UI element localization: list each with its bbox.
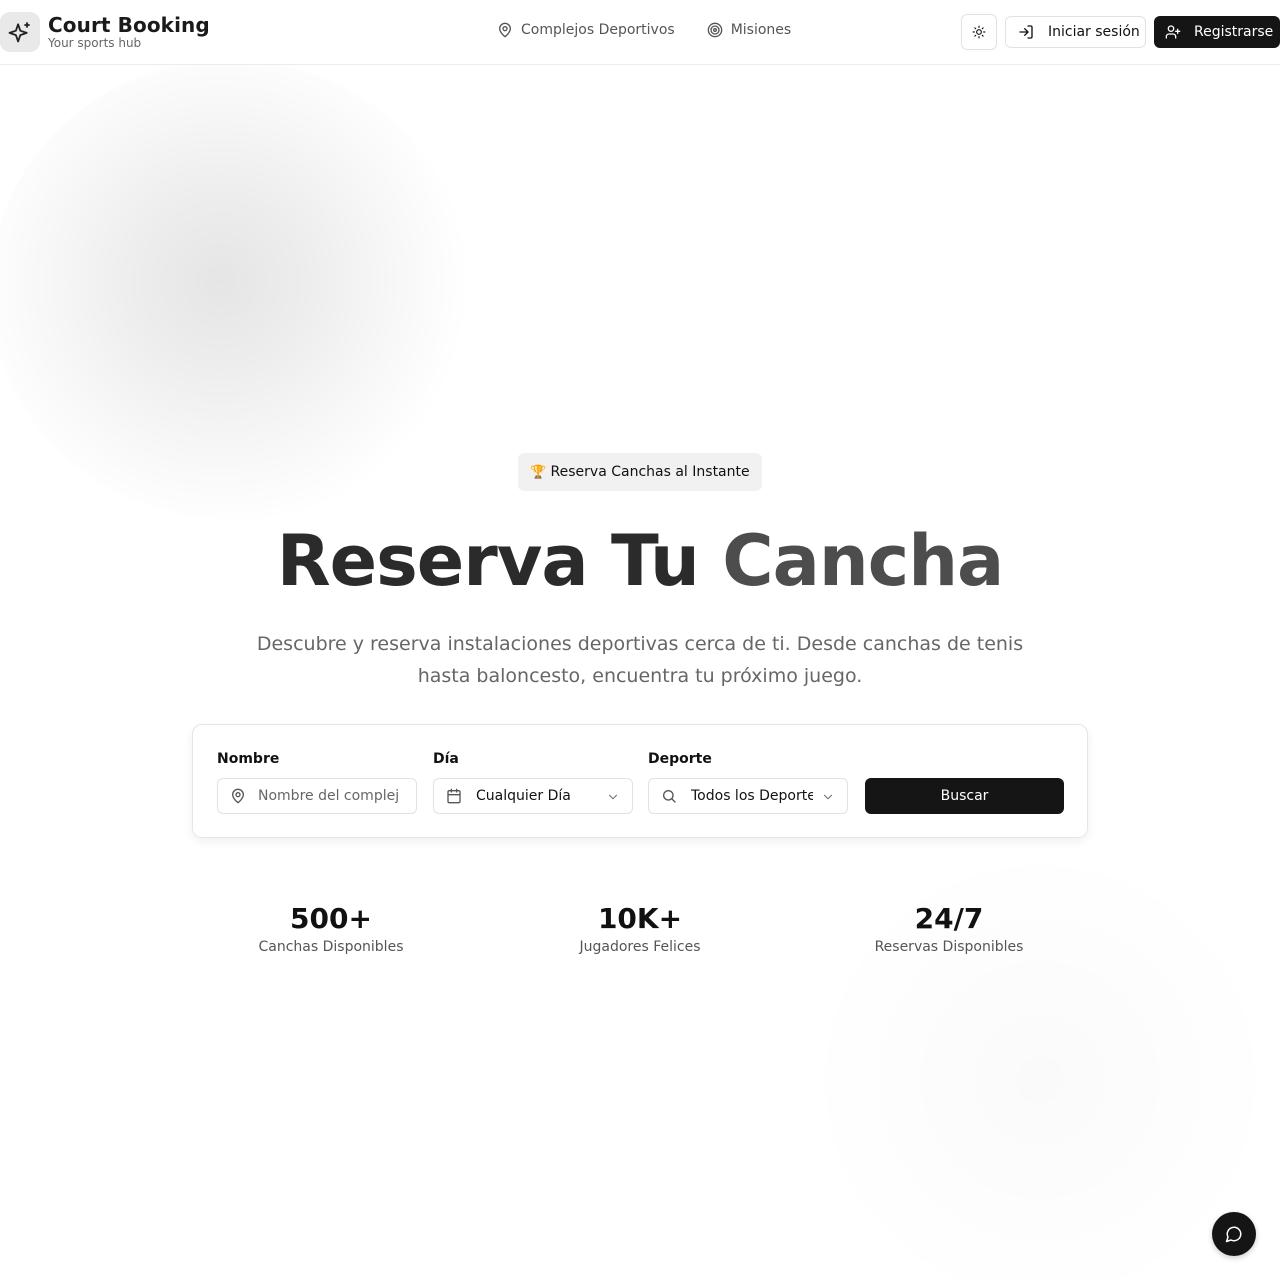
nav-item-misiones[interactable]: Misiones [707,22,792,38]
calendar-icon [447,788,461,804]
chevron-down-icon [608,794,618,800]
stat-value: 24/7 [914,902,984,935]
register-label: Registrarse [1194,24,1274,40]
target-icon [707,22,723,38]
stat-courts: 500+ Canchas Disponibles [231,902,431,955]
sport-field: Deporte Todos los Deportes [648,751,848,814]
trophy-icon: 🏆 [530,464,547,480]
search-button[interactable]: Buscar [865,778,1064,814]
login-button[interactable]: Iniciar sesión [1005,16,1146,48]
name-label: Nombre [217,751,280,767]
stat-bookings: 24/7 Reservas Disponibles [849,902,1049,955]
name-field: Nombre [217,751,417,814]
map-pin-icon [499,22,511,38]
hero-badge-text: Reserva Canchas al Instante [550,464,750,480]
sport-label: Deporte [648,751,712,767]
day-field: Día Cualquier Día [433,751,633,814]
stat-players: 10K+ Jugadores Felices [540,902,740,955]
chevron-down-icon [823,794,833,800]
hero-title-part2: Cancha [722,520,1004,602]
chat-button[interactable] [1212,1212,1256,1256]
nav-item-complejos-deportivos[interactable]: Complejos Deportivos [497,22,675,38]
register-button[interactable]: Registrarse [1154,16,1280,48]
hero-title: Reserva Tu Cancha [0,518,1280,604]
search-card: Nombre Día Cualquier Día Deporte Todos l… [192,724,1088,838]
stat-value: 10K+ [597,902,683,935]
top-navbar: Court Booking Your sports hub Complejos … [0,0,1280,65]
name-input-wrapper[interactable] [217,778,417,814]
search-icon [663,790,676,803]
log-in-icon [1019,25,1033,39]
nav-item-label: Misiones [730,22,792,38]
map-pin-icon [232,788,244,804]
name-input[interactable] [258,788,398,804]
theme-toggle-button[interactable] [961,14,997,50]
hero-title-part1: Reserva Tu [276,520,700,602]
stat-value: 500+ [290,902,372,935]
day-select-value: Cualquier Día [476,788,571,804]
stat-label: Canchas Disponibles [258,939,404,955]
brand-title: Court Booking [48,13,210,37]
sparkles-icon [0,12,40,52]
day-label: Día [433,751,459,767]
sport-select-value: Todos los Deportes [691,788,813,804]
brand-logo[interactable]: Court Booking Your sports hub [0,12,210,52]
hero-description: Descubre y reserva instalaciones deporti… [256,633,1024,687]
hero-badge: 🏆 Reserva Canchas al Instante [518,453,762,491]
nav-item-label: Complejos Deportivos [521,22,675,38]
sport-select[interactable]: Todos los Deportes [648,778,848,814]
stat-label: Jugadores Felices [579,939,701,955]
background-blur-blob [0,60,470,520]
brand-subtitle: Your sports hub [48,36,142,50]
main-nav: Complejos Deportivos Misiones [497,22,823,38]
stat-label: Reservas Disponibles [874,939,1024,955]
user-plus-icon [1165,25,1181,39]
day-select[interactable]: Cualquier Día [433,778,633,814]
login-label: Iniciar sesión [1048,24,1140,40]
message-circle-icon [1225,1226,1242,1243]
sun-icon [972,25,986,39]
